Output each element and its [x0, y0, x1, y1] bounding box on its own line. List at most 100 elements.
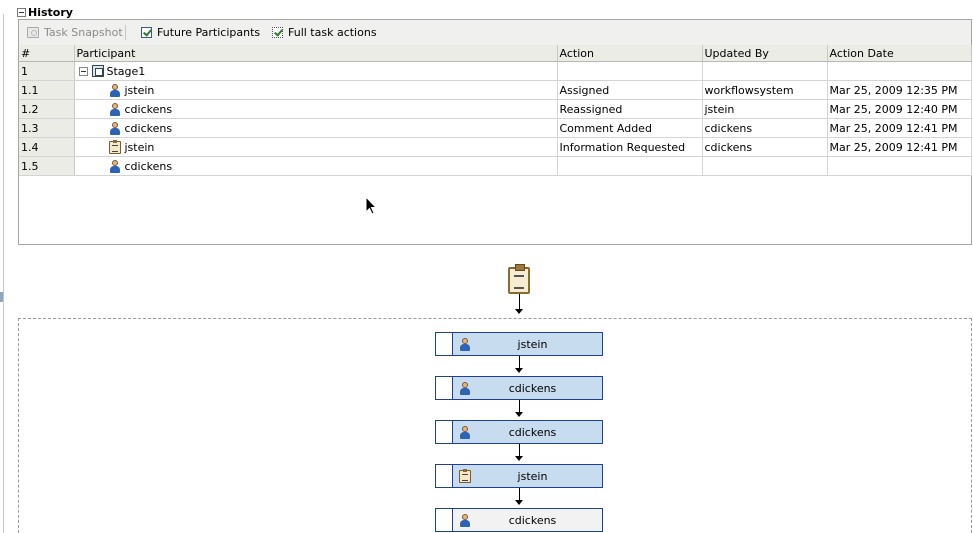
flow-node-label: cdickens [508, 513, 557, 527]
history-toolbar: Task Snapshot Future Participants Full t… [19, 20, 971, 46]
connector-line [519, 294, 520, 310]
row-number: 1.5 [19, 156, 75, 176]
row-number: 1.1 [19, 80, 75, 100]
clipboard-icon [108, 139, 121, 154]
participant-name: cdickens [124, 121, 173, 135]
user-icon [459, 513, 471, 527]
participant-cell: cdickens [74, 118, 558, 138]
arrow-down-icon [515, 309, 523, 314]
updated-by-cell: workflowsystem [702, 80, 828, 100]
camera-icon [27, 26, 39, 38]
left-border [3, 14, 4, 533]
flow-node-label: cdickens [508, 381, 557, 395]
user-icon [109, 159, 121, 173]
task-snapshot-button[interactable]: Task Snapshot [27, 24, 123, 40]
user-icon [459, 425, 471, 439]
table-row[interactable]: 1.1 jstein Assigned workflowsystem Mar 2… [19, 80, 972, 100]
row-number: 1 [19, 61, 75, 81]
node-gutter [436, 377, 453, 399]
action-cell [557, 61, 703, 81]
user-icon [109, 83, 121, 97]
row-number: 1.2 [19, 99, 75, 119]
arrow-down-icon [515, 500, 523, 505]
future-participants-checkbox[interactable]: Future Participants [141, 24, 260, 40]
user-icon [109, 102, 121, 116]
participant-name: cdickens [124, 102, 173, 116]
clipboard-icon [459, 468, 471, 483]
connector-line [519, 444, 520, 456]
participant-cell: cdickens [74, 156, 558, 176]
history-section-header[interactable]: History [17, 5, 73, 19]
arrow-down-icon [515, 368, 523, 373]
flow-node-label: cdickens [508, 425, 557, 439]
flow-node[interactable]: cdickens [435, 376, 603, 400]
action-cell: Comment Added [557, 118, 703, 138]
action-cell [557, 156, 703, 176]
history-panel: Task Snapshot Future Participants Full t… [18, 19, 972, 245]
connector-line [519, 488, 520, 500]
updated-by-cell [702, 61, 828, 81]
node-gutter [436, 465, 453, 487]
participant-cell: jstein [74, 137, 558, 157]
column-header-number[interactable]: # [19, 45, 75, 62]
future-participants-label: Future Participants [157, 25, 261, 39]
mouse-pointer-icon [365, 196, 378, 215]
user-icon [459, 337, 471, 351]
updated-by-cell: cdickens [702, 118, 828, 138]
section-title: History [28, 5, 73, 19]
participant-cell: cdickens [74, 99, 558, 119]
stage-row[interactable]: 1 Stage1 [19, 61, 972, 81]
action-date-cell [827, 156, 972, 176]
row-number: 1.3 [19, 118, 75, 138]
participant-name: jstein [124, 140, 155, 154]
row-number: 1.4 [19, 137, 75, 157]
table-row[interactable]: 1.2 cdickens Reassigned jstein Mar 25, 2… [19, 99, 972, 119]
node-gutter [436, 421, 453, 443]
node-gutter [436, 333, 453, 355]
flow-node-label: jstein [517, 469, 548, 483]
flow-node[interactable]: jstein [435, 332, 603, 356]
participant-name: jstein [124, 83, 155, 97]
arrow-down-icon [515, 456, 523, 461]
user-icon [459, 381, 471, 395]
tree-collapse-icon[interactable] [78, 66, 88, 76]
collapse-icon[interactable] [17, 7, 26, 17]
table-header-row: # Participant Action Updated By Action D… [19, 45, 972, 62]
checkbox-checked-icon[interactable] [272, 26, 283, 38]
history-table: # Participant Action Updated By Action D… [19, 45, 972, 176]
action-date-cell: Mar 25, 2009 12:40 PM [827, 99, 972, 119]
table-row[interactable]: 1.4 jstein Information Requested cdicken… [19, 137, 972, 157]
column-header-action-date[interactable]: Action Date [827, 45, 972, 62]
action-date-cell: Mar 25, 2009 12:41 PM [827, 118, 972, 138]
column-header-participant[interactable]: Participant [74, 45, 558, 62]
action-cell: Information Requested [557, 137, 703, 157]
stage-icon [91, 65, 104, 77]
clipboard-start-icon [508, 264, 530, 294]
connector-line [519, 400, 520, 412]
column-header-action[interactable]: Action [557, 45, 703, 62]
column-header-updated-by[interactable]: Updated By [702, 45, 828, 62]
participant-name: cdickens [124, 159, 173, 173]
user-icon [109, 121, 121, 135]
updated-by-cell: jstein [702, 99, 828, 119]
left-edge-marker [0, 292, 3, 302]
action-date-cell: Mar 25, 2009 12:41 PM [827, 137, 972, 157]
connector-line [519, 356, 520, 368]
table-row[interactable]: 1.3 cdickens Comment Added cdickens Mar … [19, 118, 972, 138]
flow-node[interactable]: jstein [435, 464, 603, 488]
toolbar-separator [125, 25, 126, 40]
flow-node[interactable]: cdickens [435, 420, 603, 444]
flow-node[interactable]: cdickens [435, 508, 603, 532]
task-snapshot-label: Task Snapshot [44, 25, 123, 39]
action-cell: Reassigned [557, 99, 703, 119]
arrow-down-icon [515, 412, 523, 417]
participant-cell: Stage1 [74, 61, 558, 81]
checkbox-checked-icon[interactable] [141, 26, 152, 38]
table-row[interactable]: 1.5 cdickens [19, 156, 972, 176]
full-task-actions-label: Full task actions [288, 25, 377, 39]
action-cell: Assigned [557, 80, 703, 100]
full-task-actions-checkbox[interactable]: Full task actions [272, 24, 377, 40]
participant-cell: jstein [74, 80, 558, 100]
updated-by-cell: cdickens [702, 137, 828, 157]
action-date-cell [827, 61, 972, 81]
